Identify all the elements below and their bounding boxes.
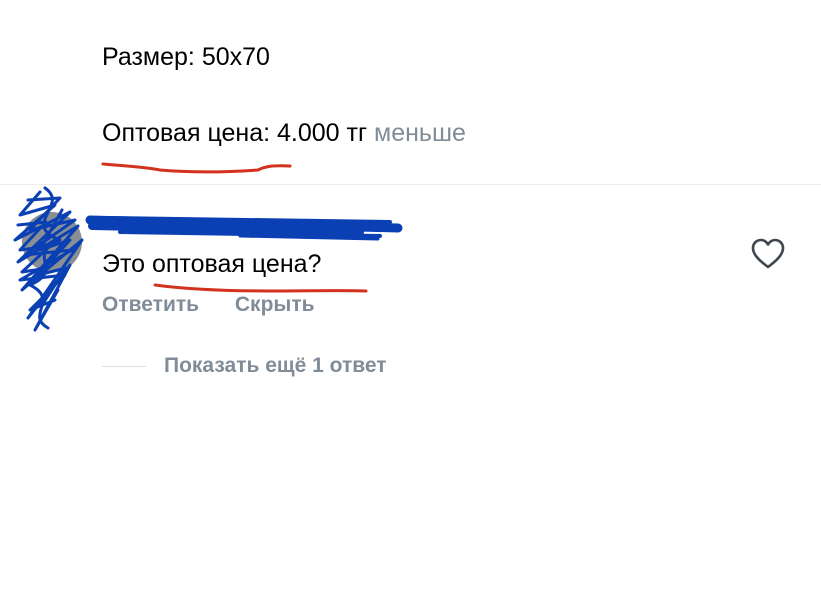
post-size-text: Размер: 50x70: [102, 43, 270, 71]
like-button[interactable]: [750, 237, 786, 271]
show-more-replies-label: Показать ещё 1 ответ: [164, 354, 387, 377]
post-price-line: Оптовая цена: 4.000 тг меньше: [102, 118, 466, 148]
comment-item: Это оптовая цена? Ответить Скрыть Показа…: [0, 185, 821, 405]
collapse-text-link[interactable]: меньше: [374, 119, 466, 147]
avatar[interactable]: [22, 212, 82, 272]
thread-line: [102, 365, 146, 367]
comment-actions: Ответить Скрыть: [102, 293, 315, 317]
price-underline-annotation: [101, 162, 292, 174]
post-price-text: Оптовая цена: 4.000 тг: [102, 119, 368, 147]
show-more-replies[interactable]: Показать ещё 1 ответ: [102, 351, 387, 381]
comment-text: Это оптовая цена?: [102, 250, 322, 278]
hide-button[interactable]: Скрыть: [235, 293, 315, 316]
reply-button[interactable]: Ответить: [102, 293, 199, 316]
heart-outline-icon: [751, 238, 785, 269]
